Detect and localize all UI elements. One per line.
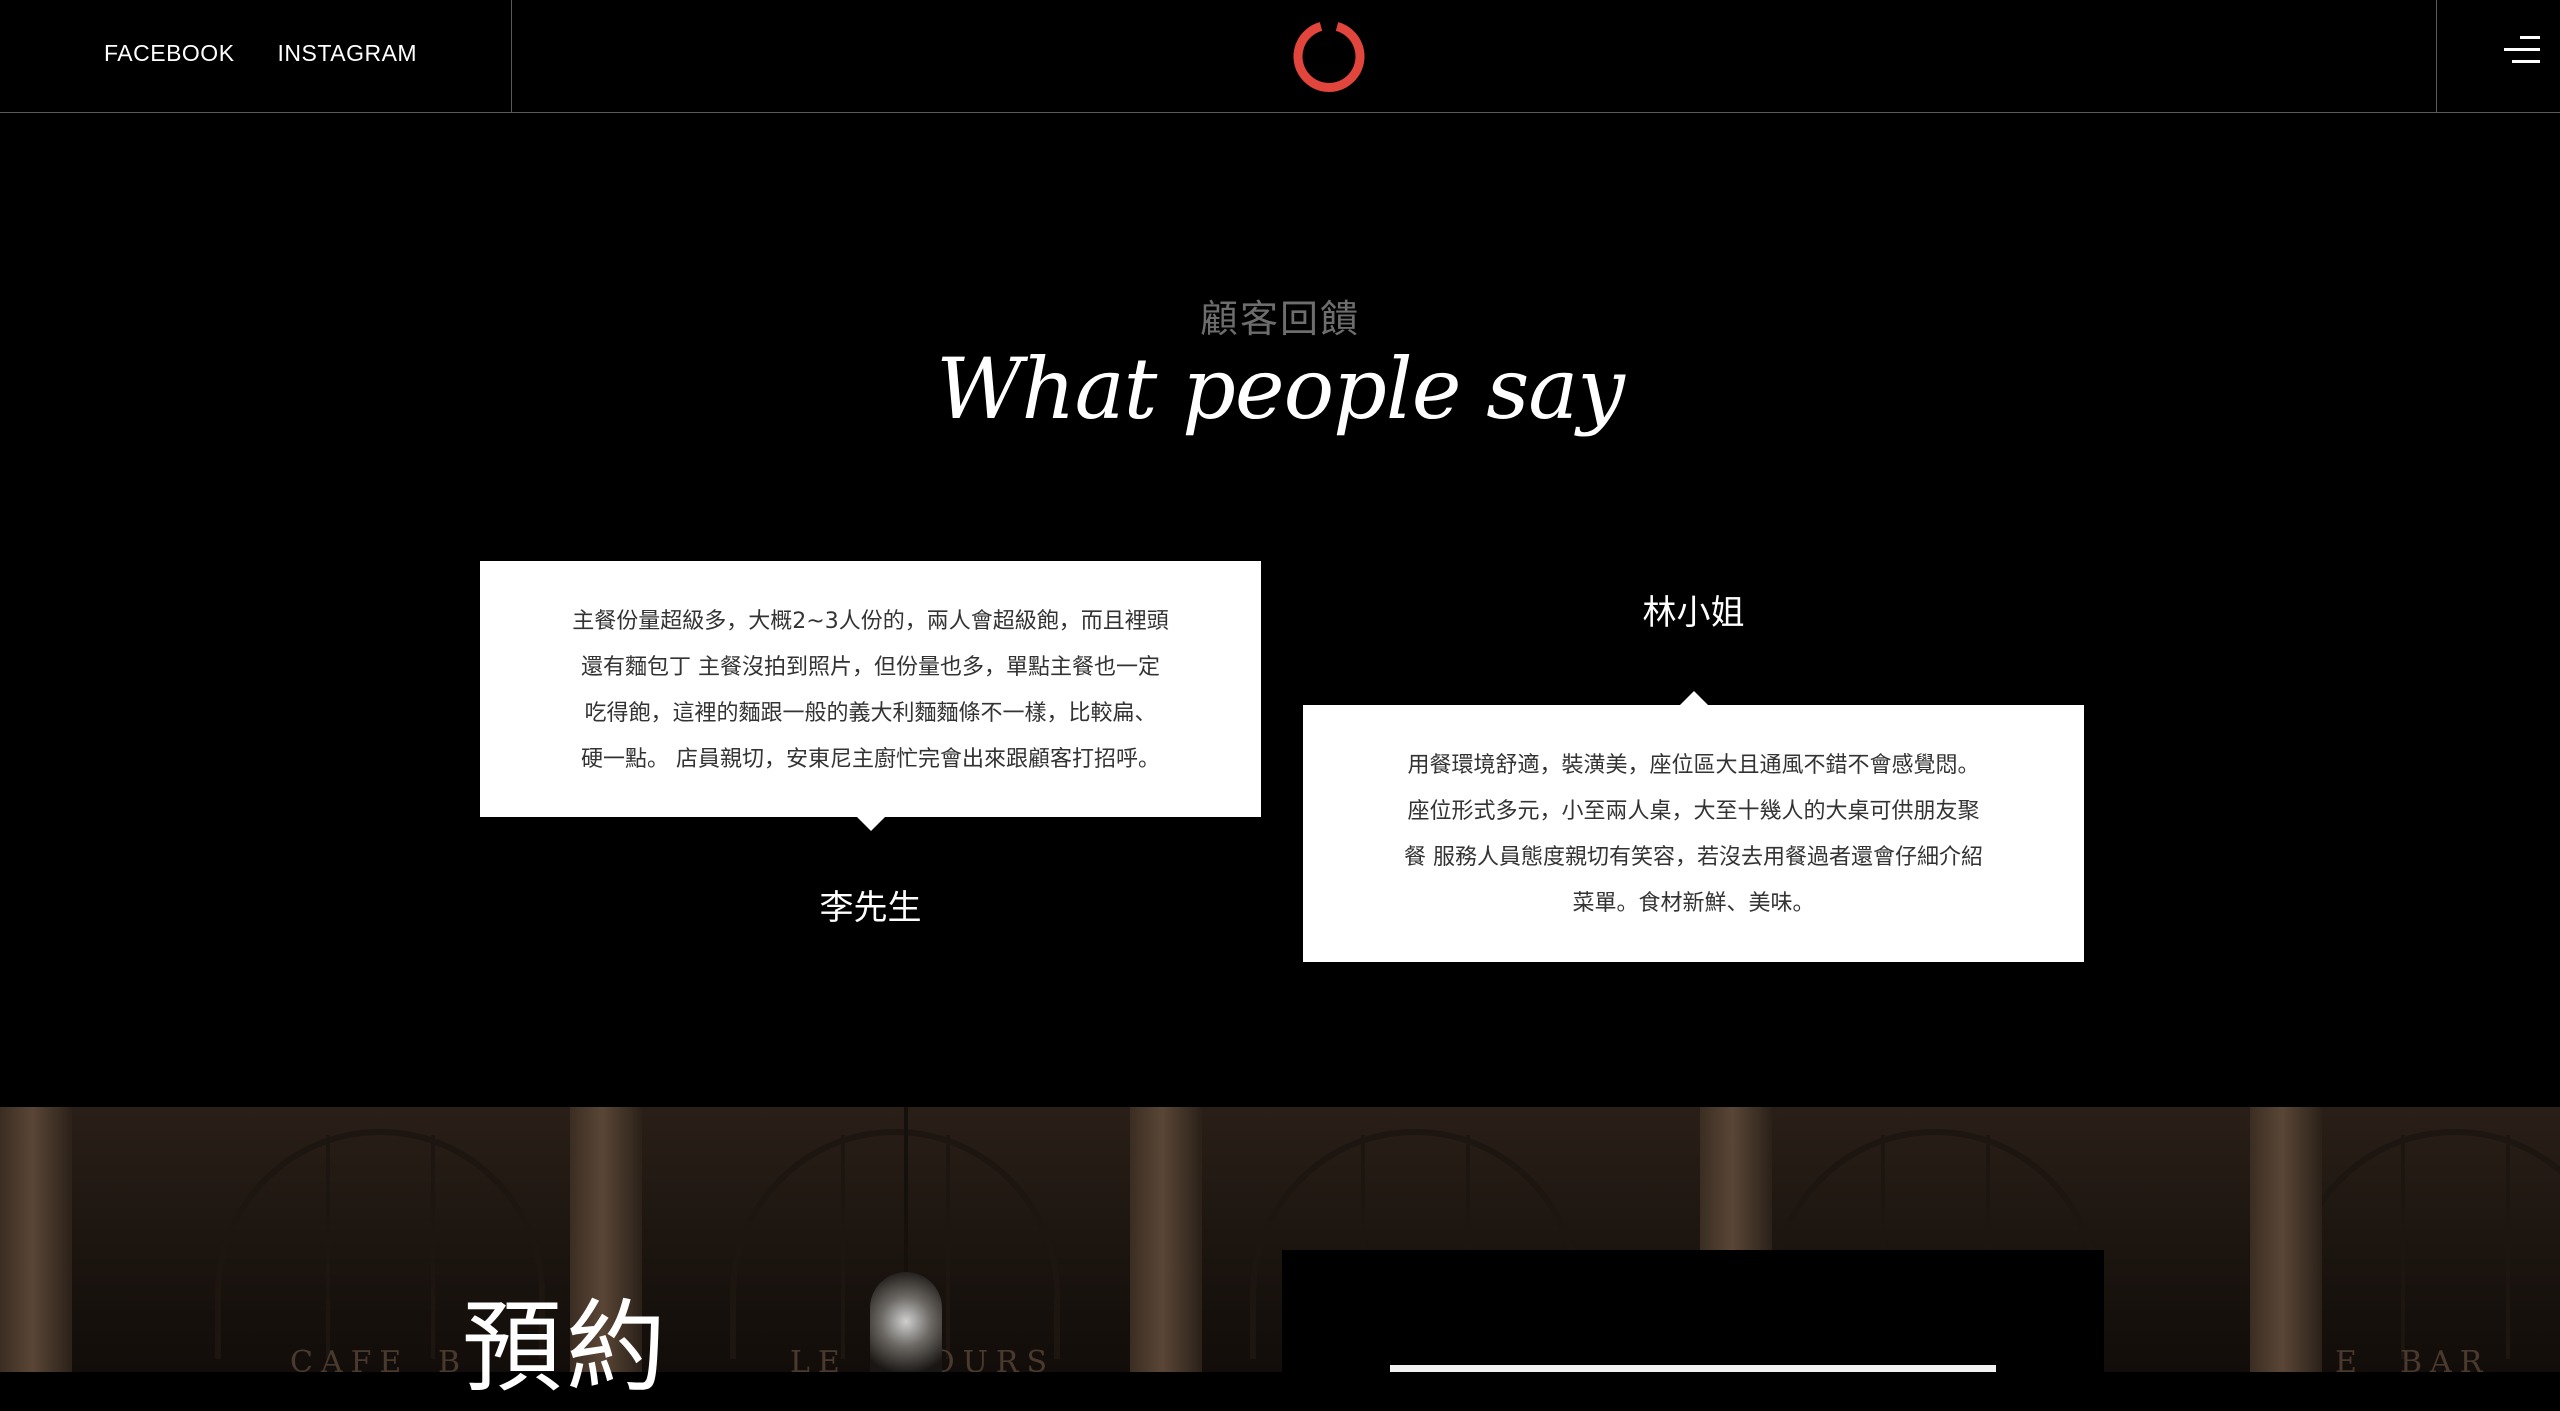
hamburger-menu-icon[interactable] xyxy=(2504,36,2540,66)
background-sign-text: BAR xyxy=(2400,1345,2491,1372)
facebook-link[interactable]: FACEBOOK xyxy=(104,40,235,67)
testimonial-line: 座位形式多元，小至兩人桌，大至十幾人的大桌可供朋友聚 xyxy=(1407,799,1980,824)
ring-logo-icon[interactable] xyxy=(1293,20,1365,92)
testimonial-line: 菜單。食材新鮮、美味。 xyxy=(1572,891,1815,916)
testimonial-author: 李先生 xyxy=(819,888,922,928)
testimonial-line: 吃得飽，這裡的麵跟一般的義大利麵麵條不一樣，比較扁、 xyxy=(584,701,1157,726)
background-sign-text: LE xyxy=(790,1345,848,1372)
social-links: FACEBOOK INSTAGRAM xyxy=(104,40,417,67)
background-sign-text: E xyxy=(2335,1345,2365,1372)
testimonial-card: 主餐份量超級多，大概2~3人份的，兩人會超級飽，而且裡頭 還有麵包丁 主餐沒拍到… xyxy=(480,561,1261,831)
map-preview[interactable] xyxy=(1390,1365,1996,1372)
column xyxy=(1130,1107,1202,1372)
reservation-background-image: CAFE B LE OURS E BAR xyxy=(0,1107,2560,1372)
background-sign-text: CAFE xyxy=(290,1345,410,1372)
testimonial-line: 還有麵包丁 主餐沒拍到照片，但份量也多，單點主餐也一定 xyxy=(581,655,1160,680)
testimonial-line: 餐 服務人員態度親切有笑容，若沒去用餐過者還會仔細介紹 xyxy=(1404,845,1983,870)
lamp-cord xyxy=(904,1107,908,1277)
testimonials-title: What people say xyxy=(936,340,1625,438)
testimonial-line: 用餐環境舒適，裝潢美，座位區大且通風不錯不會感覺悶。 xyxy=(1407,753,1980,778)
column xyxy=(2250,1107,2322,1372)
background-sign-text: OURS xyxy=(930,1345,1056,1372)
reservation-title: 預約 xyxy=(462,1289,670,1406)
testimonial-line: 硬一點。 店員親切，安東尼主廚忙完會出來跟顧客打招呼。 xyxy=(581,747,1160,772)
testimonial-line: 主餐份量超級多，大概2~3人份的，兩人會超級飽，而且裡頭 xyxy=(572,609,1169,634)
hanging-lamp xyxy=(870,1272,942,1372)
testimonial-card: 用餐環境舒適，裝潢美，座位區大且通風不錯不會感覺悶。 座位形式多元，小至兩人桌，… xyxy=(1303,691,2084,962)
header-divider-right xyxy=(2436,0,2437,113)
testimonial-author: 林小姐 xyxy=(1642,593,1745,633)
instagram-link[interactable]: INSTAGRAM xyxy=(278,40,418,67)
header-divider-left xyxy=(511,0,512,113)
reservation-panel xyxy=(1282,1250,2104,1372)
arch-window xyxy=(2290,1129,2560,1359)
testimonials-subtitle: 顧客回饋 xyxy=(1199,297,1360,341)
column xyxy=(0,1107,72,1372)
site-header: FACEBOOK INSTAGRAM xyxy=(0,0,2560,113)
